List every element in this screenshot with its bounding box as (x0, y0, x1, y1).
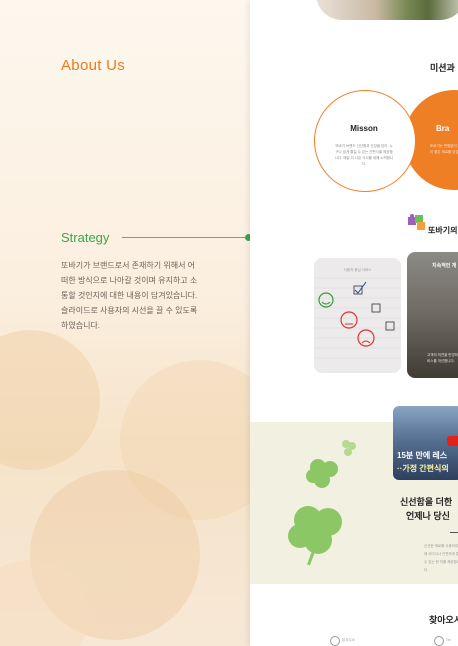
mission-section-title: 미션과 (430, 63, 455, 73)
food-image (316, 0, 458, 20)
strategy-description: 또바기가 브랜드로서 존재하기 위해서 어 떠한 방식으로 나아갈 것이며 유지… (61, 261, 198, 330)
fresh-headline-1: 신선함을 더한 (400, 497, 453, 507)
mission-circle-text: 또바기 브랜드 신선함과 건강을 담아, 누구나 쉽게 즐길 수 있는 간편식을… (334, 144, 394, 166)
brand-circle-text: 또바기는 변함없이 한결같이 좋은 재료를 담습니다. (430, 144, 458, 154)
about-panel: About Us Strategy 또바기가 브랜드로서 존재하기 위해서 어 … (0, 0, 250, 646)
card-subtext: 고객의 의견을 반영하여 서비스를 개선합니다. (427, 353, 458, 363)
contact-phone-label: Tel (446, 638, 451, 642)
strategy-label: Strategy (61, 230, 110, 245)
mission-circle (314, 90, 416, 192)
brand-circle-title: Bra (436, 124, 450, 133)
fresh-body-text: 신선한 재료를 사용하여 언제 어디서나 간편하게 즐길 수 있는 한 끼를 제… (424, 544, 458, 572)
puzzle-icon (408, 214, 425, 230)
strategy-connector-line (122, 237, 248, 238)
divider (450, 532, 458, 533)
video-caption-line-1: 15분 만에 레스 (397, 451, 448, 460)
feedback-card[interactable]: 사용자 중심 서비스 (314, 258, 401, 373)
improvement-card[interactable]: 지속적인 개 고객의 의견을 반영하여 서비스를 개선합니다. (407, 252, 458, 378)
fresh-headline-2: 언제나 당신 (406, 511, 450, 521)
background-photo-blur (0, 330, 100, 470)
location-section-title: 찾아오시 (429, 615, 458, 625)
mission-circle-title: Misson (350, 124, 378, 133)
section-title: About Us (61, 57, 126, 74)
strategy-section-title: 또바기의 (428, 226, 458, 235)
design-preview-panel[interactable]: 미션과 Misson 또바기 브랜드 신선함과 건강을 담아, 누구나 쉽게 즐… (250, 0, 458, 646)
phone-icon (434, 636, 444, 646)
play-icon[interactable] (447, 436, 458, 446)
video-caption-line-2: ··가정 간편식의 (397, 464, 449, 473)
feedback-checklist-icon (314, 277, 401, 359)
location-icon (330, 636, 340, 646)
video-thumbnail[interactable]: 15분 만에 레스 ··가정 간편식의 (393, 406, 458, 480)
card-label: 사용자 중심 서비스 (343, 268, 372, 272)
contact-address-label: 본사주소 (342, 638, 355, 642)
card-title: 지속적인 개 (432, 263, 457, 269)
clover-icon (288, 440, 356, 566)
